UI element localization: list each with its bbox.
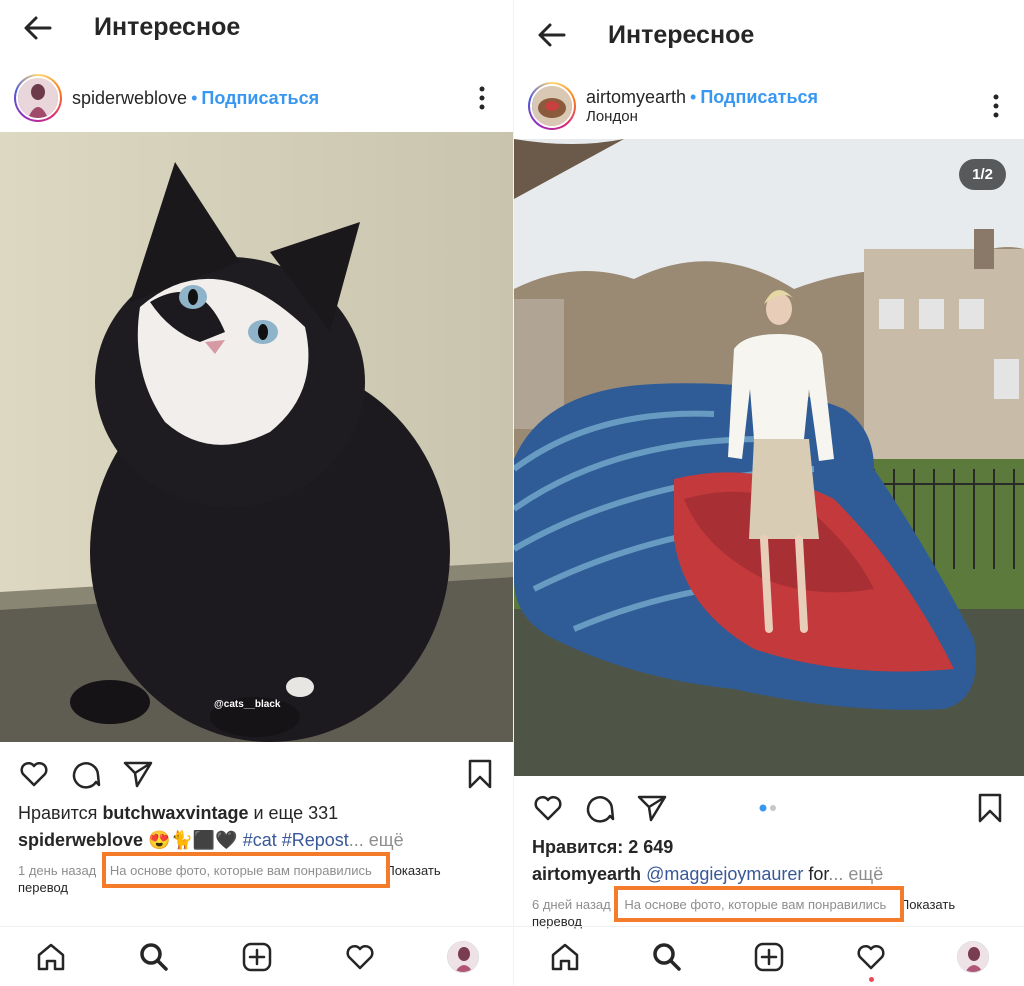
comment-icon[interactable] (584, 792, 616, 824)
likes-line[interactable]: Нравится butchwaxvintage и еще 331 (18, 803, 338, 824)
caption-mention[interactable]: @maggiejoymaurer (646, 864, 803, 884)
photo-counter: 1/2 (959, 159, 1006, 190)
top-bar: Интересное (514, 0, 1024, 60)
carousel-indicator (759, 804, 776, 812)
post-username[interactable]: spiderweblove (72, 88, 187, 108)
post-actions (0, 754, 514, 794)
caption-username[interactable]: airtomyearth (532, 864, 641, 884)
separator-dot: • (690, 87, 697, 107)
right-screen: Интересное airtomyearth • Подписаться Лонд… (514, 0, 1024, 986)
caption-hashtags[interactable]: #cat #Repost (243, 830, 349, 850)
bottom-nav (0, 926, 514, 986)
post-username[interactable]: airtomyearth (586, 87, 686, 107)
avatar[interactable] (447, 941, 479, 973)
page-title: Интересное (608, 21, 755, 49)
post-actions (514, 788, 1024, 828)
search-icon[interactable] (138, 941, 170, 973)
send-icon[interactable] (636, 792, 668, 824)
likes-line[interactable]: Нравится: 2 649 (532, 837, 673, 858)
caption-emoji: 😍🐈⬛🖤 (143, 830, 243, 850)
notification-dot (869, 977, 874, 982)
translate-link-2[interactable]: перевод (18, 880, 68, 895)
highlight-box (102, 852, 390, 888)
home-icon[interactable] (35, 941, 67, 973)
post-header: airtomyearth • Подписаться Лондон (514, 78, 1024, 134)
post-header: spiderweblove • Подписаться (0, 70, 514, 126)
post-photo[interactable]: 1/2 (514, 139, 1024, 776)
comment-icon[interactable] (70, 758, 102, 790)
caption-username[interactable]: spiderweblove (18, 830, 143, 850)
more-vertical-icon[interactable] (478, 86, 486, 110)
translate-link[interactable]: Показать (385, 863, 440, 878)
heart-icon[interactable] (532, 792, 564, 824)
post-photo[interactable]: @cats__black (0, 132, 514, 742)
caption: spiderweblove 😍🐈⬛🖤 #cat #Repost... ещё (18, 830, 404, 851)
home-icon[interactable] (549, 941, 581, 973)
translate-link[interactable]: Показать (900, 897, 955, 912)
avatar[interactable] (528, 82, 576, 130)
arrow-left-icon[interactable] (532, 15, 572, 55)
left-screen: Интересное spiderweblove • Подписаться @… (0, 0, 514, 986)
post-time: 6 дней назад (532, 897, 611, 912)
highlight-box (614, 886, 904, 922)
plus-square-icon[interactable] (753, 941, 785, 973)
caption: airtomyearth @maggiejoymaurer for... ещё (532, 864, 883, 885)
likes-prefix: Нравится (18, 803, 103, 823)
heart-icon[interactable] (855, 941, 887, 973)
likes-user[interactable]: butchwaxvintage (102, 803, 248, 823)
playground-photo (514, 139, 1024, 776)
heart-icon[interactable] (344, 941, 376, 973)
more-vertical-icon[interactable] (992, 94, 1000, 118)
likes-count[interactable]: Нравится: 2 649 (532, 837, 673, 857)
follow-button[interactable]: Подписаться (201, 88, 319, 108)
likes-suffix: и еще 331 (248, 803, 339, 823)
heart-icon[interactable] (18, 758, 50, 790)
photo-watermark: @cats__black (214, 699, 281, 710)
avatar[interactable] (957, 941, 989, 973)
avatar[interactable] (14, 74, 62, 122)
caption-more-link[interactable]: ... ещё (349, 830, 404, 850)
search-icon[interactable] (651, 941, 683, 973)
kitten-photo: @cats__black (0, 132, 514, 742)
bookmark-icon[interactable] (974, 792, 1006, 824)
top-bar: Интересное (0, 0, 514, 60)
page-title: Интересное (94, 13, 241, 41)
follow-button[interactable]: Подписаться (700, 87, 818, 107)
bottom-nav (514, 926, 1024, 986)
separator-dot: • (191, 88, 198, 108)
bookmark-icon[interactable] (464, 758, 496, 790)
arrow-left-icon[interactable] (18, 8, 58, 48)
caption-more-link[interactable]: ... ещё (828, 864, 883, 884)
post-time: 1 день назад (18, 863, 97, 878)
plus-square-icon[interactable] (241, 941, 273, 973)
caption-text: for (803, 864, 829, 884)
send-icon[interactable] (122, 758, 154, 790)
post-location[interactable]: Лондон (586, 108, 638, 125)
